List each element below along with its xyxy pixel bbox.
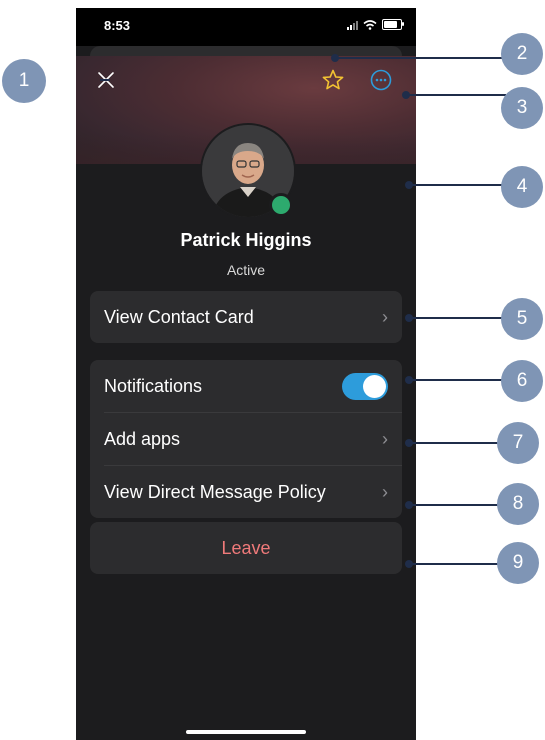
callout-6: 6 [501,360,543,402]
view-dm-policy-button[interactable]: View Direct Message Policy › [90,466,402,518]
wifi-icon [363,19,377,30]
profile-status: Active [226,262,266,278]
callout-leader-2 [335,57,505,59]
notifications-toggle[interactable] [342,372,388,400]
presence-indicator [269,193,293,217]
callout-8: 8 [497,483,539,525]
view-contact-card-label: View Contact Card [104,306,254,327]
chevron-right-icon: › [382,428,388,449]
phone-screen: 8:53 Patrick Higgins Active View Contact… [76,8,416,740]
status-bar: 8:53 [76,8,416,46]
callout-5: 5 [501,298,543,340]
add-apps-button[interactable]: Add apps › [90,413,402,465]
chevron-right-icon: › [382,481,388,502]
chevron-right-icon: › [382,306,388,327]
notifications-row: Notifications [90,360,402,412]
status-icons [347,19,404,30]
contact-card-section: View Contact Card › [90,291,402,343]
callout-leader-7 [409,442,505,444]
view-dm-policy-label: View Direct Message Policy [104,481,326,502]
callout-7: 7 [497,422,539,464]
toggle-knob [363,374,386,398]
view-contact-card-button[interactable]: View Contact Card › [90,291,402,343]
callout-1: 1 [2,59,46,103]
callout-leader-9 [409,563,505,565]
callout-leader-3 [406,94,506,96]
callout-leader-8 [409,504,505,506]
callout-3: 3 [501,87,543,129]
leave-button[interactable]: Leave [90,522,402,574]
callout-4: 4 [501,166,543,208]
callout-9: 9 [497,542,539,584]
battery-icon [382,19,404,30]
star-icon[interactable] [321,68,345,92]
settings-section: Notifications Add apps › View Direct Mes… [90,360,402,518]
callout-leader-6 [409,379,505,381]
add-apps-label: Add apps [104,428,181,449]
profile-name: Patrick Higgins [180,230,312,250]
callout-leader-5 [409,317,505,319]
signal-icon [347,20,358,30]
callout-2: 2 [501,33,543,75]
more-options-icon[interactable] [370,69,392,91]
leave-section: Leave [90,522,402,574]
notifications-label: Notifications [104,375,203,396]
status-time: 8:53 [104,18,131,33]
home-indicator [186,730,306,734]
callout-leader-4 [409,184,505,186]
callout-leader-1 [100,79,110,81]
